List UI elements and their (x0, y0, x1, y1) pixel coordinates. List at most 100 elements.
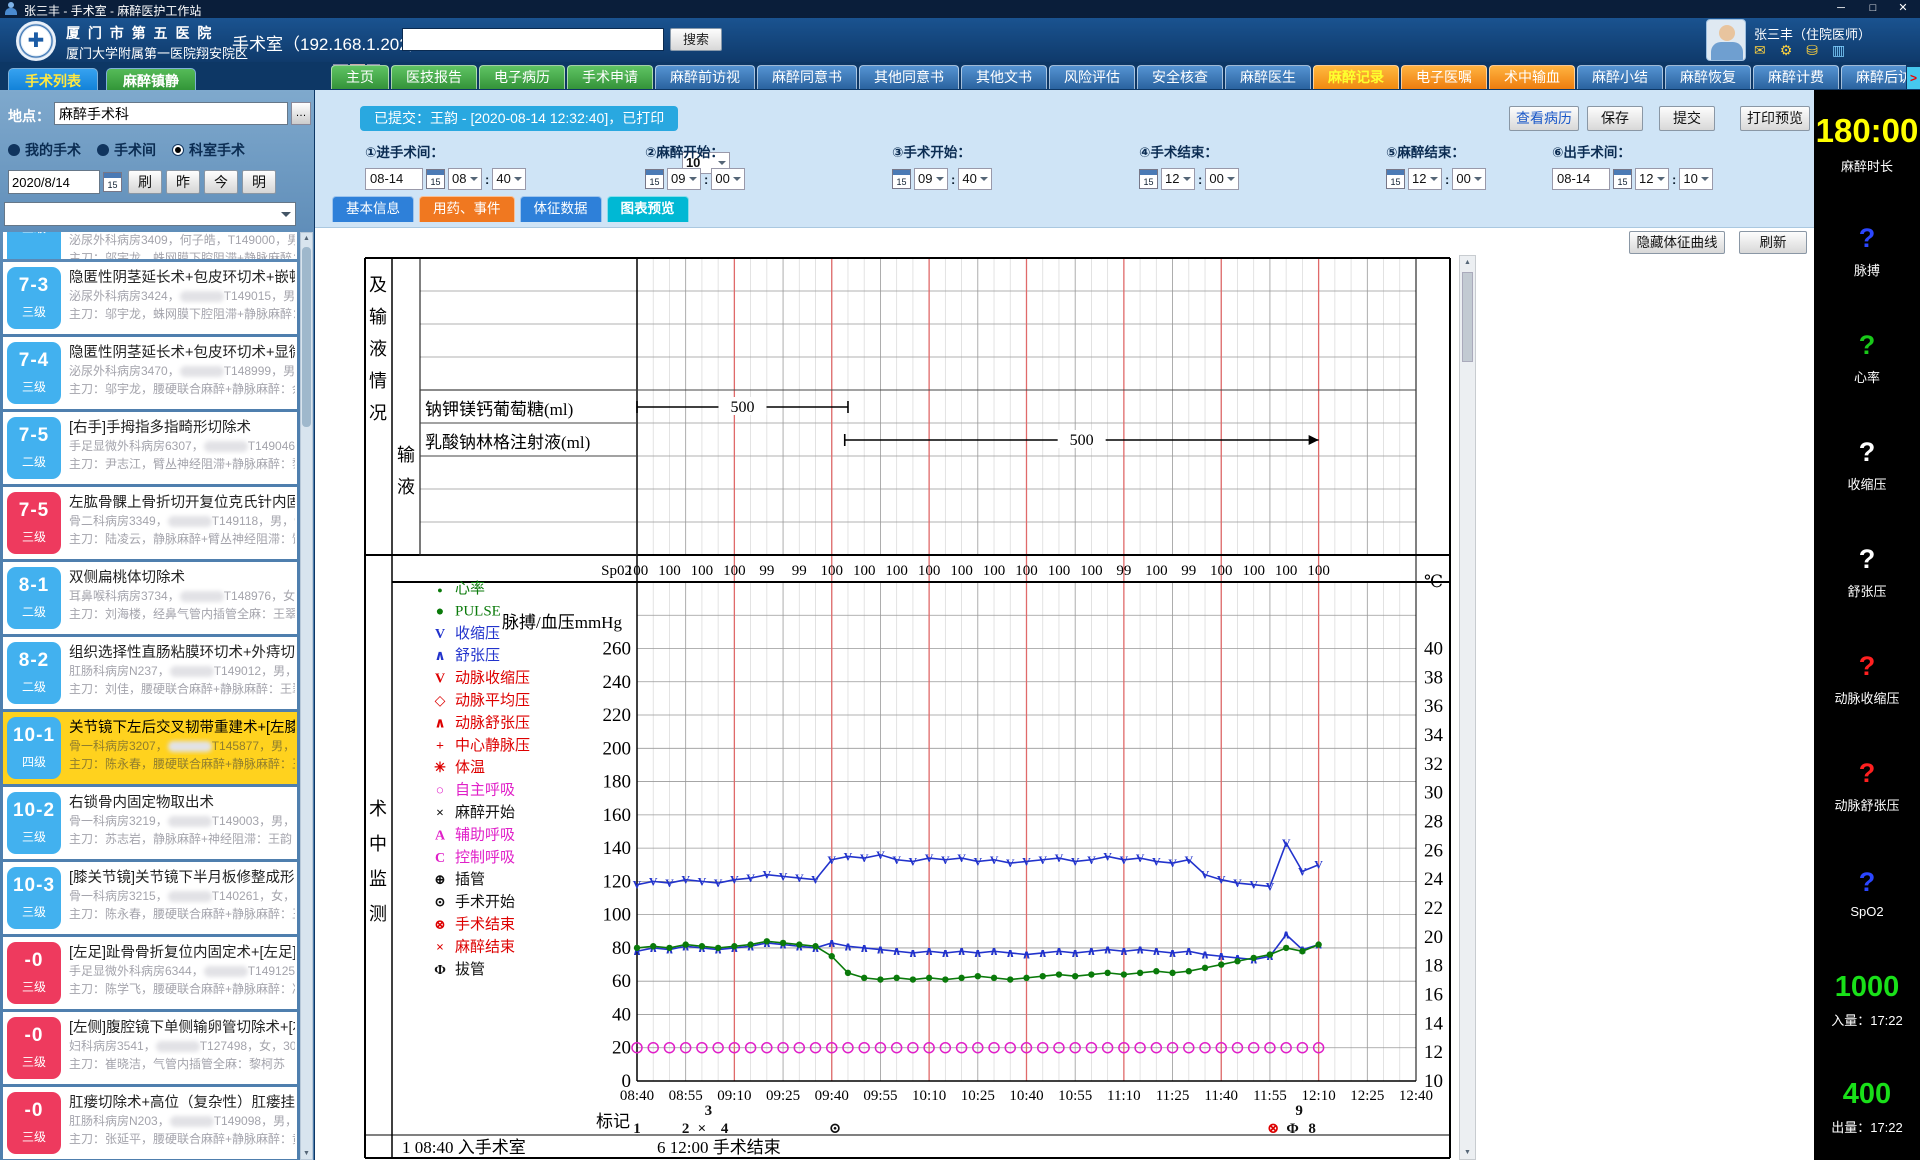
filter-我的手术[interactable]: 我的手术 (8, 140, 81, 160)
chart-button-刷新[interactable]: 刷新 (1739, 231, 1807, 254)
calendar-icon[interactable]: 15 (426, 169, 445, 189)
minute-select[interactable]: 00 (1205, 168, 1239, 190)
toolbar-button-查看病历[interactable]: 查看病历 (1509, 106, 1579, 131)
hospital-subname: 厦门大学附属第一医院翔安院区 (66, 43, 248, 62)
date-button-昨[interactable]: 昨 (166, 170, 200, 194)
chart-scrollbar[interactable]: ▲▼ (1459, 255, 1476, 1160)
hour-select[interactable]: 09 (914, 168, 948, 190)
chart-button-隐藏体征曲线[interactable]: 隐藏体征曲线 (1629, 231, 1725, 254)
tab-麻醉计费[interactable]: 麻醉计费 (1753, 65, 1839, 89)
calendar-icon[interactable]: 15 (1139, 169, 1158, 189)
tab-scroll-right-button[interactable]: > (1907, 67, 1920, 89)
surgery-list-item[interactable]: 7-5三级左肱骨髁上骨折切开复位克氏针内固定术骨二科病房3349，T149118… (3, 487, 297, 559)
tab-麻醉后访视[interactable]: 麻醉后访视 (1841, 65, 1906, 89)
surgery-list-item[interactable]: 10-3三级[膝关节镜]关节镜下半月板修整成形术+关骨一科病房3215，T140… (3, 862, 297, 934)
surgery-list-item[interactable]: 10-2三级右锁骨内固定物取出术骨一科病房3219，T149003，男，38岁主… (3, 787, 297, 859)
subtab-用药、事件[interactable]: 用药、事件 (419, 196, 515, 222)
user-avatar[interactable] (1706, 19, 1746, 61)
calendar-icon[interactable]: 15 (892, 169, 911, 189)
tab-麻醉同意书[interactable]: 麻醉同意书 (757, 65, 857, 89)
toolbar-button-打印预览[interactable]: 打印预览 (1740, 106, 1810, 131)
tab-麻醉恢复[interactable]: 麻醉恢复 (1665, 65, 1751, 89)
tab-手术申请[interactable]: 手术申请 (567, 65, 653, 89)
date-input[interactable] (8, 170, 100, 194)
calendar-icon[interactable]: 15 (1613, 169, 1632, 189)
vital-value: ? (1814, 544, 1920, 575)
tab-其他文书[interactable]: 其他文书 (961, 65, 1047, 89)
svg-text:V: V (1136, 851, 1145, 865)
svg-text:∧: ∧ (1022, 948, 1032, 962)
svg-text:V: V (1103, 849, 1112, 863)
subtab-图表预览[interactable]: 图表预览 (607, 196, 689, 222)
time-date-input[interactable]: 08-14 (365, 168, 423, 190)
minute-select[interactable]: 40 (958, 168, 992, 190)
tab-术中输血[interactable]: 术中输血 (1489, 65, 1575, 89)
tab-风险评估[interactable]: 风险评估 (1049, 65, 1135, 89)
date-button-刷[interactable]: 刷 (128, 170, 162, 194)
location-more-button[interactable]: … (291, 102, 311, 125)
hour-select[interactable]: 12 (1161, 168, 1195, 190)
calendar-icon[interactable]: 15 (645, 169, 664, 189)
surgery-list-item[interactable]: 7-3三级隐匿性阴茎延长术+包皮环切术+嵌顿包泌尿外科病房3424，T14901… (3, 262, 297, 334)
surgery-list-item[interactable]: 7-5二级[右手]手拇指多指畸形切除术手足显微外科病房6307，T149046，… (3, 412, 297, 484)
filter-手术间[interactable]: 手术间 (97, 140, 156, 160)
surgery-list-item[interactable]: 三级泌尿外科病房3409，何子皓，T149000，男，12岁主刀：邬宇龙，蛛网膜… (3, 232, 297, 259)
sidebar-tab-sedation[interactable]: 麻醉镇静 (106, 68, 196, 92)
gear-icon[interactable]: ⚙ (1780, 42, 1793, 60)
tab-麻醉前访视[interactable]: 麻醉前访视 (655, 65, 755, 89)
tab-电子病历[interactable]: 电子病历 (479, 65, 565, 89)
surgery-list-item[interactable]: 8-2二级组织选择性直肠粘膜环切术+外痔切除术肛肠科病房N237，T149012… (3, 637, 297, 709)
toolbar-button-提交[interactable]: 提交 (1659, 106, 1715, 131)
mail-icon[interactable]: ✉ (1754, 42, 1766, 60)
tab-麻醉小结[interactable]: 麻醉小结 (1577, 65, 1663, 89)
surgery-filter-combo[interactable] (4, 202, 296, 226)
maximize-button[interactable]: □ (1858, 0, 1888, 17)
time-separator: : (951, 172, 955, 187)
minute-select[interactable]: 10 (1679, 168, 1713, 190)
tab-麻醉记录[interactable]: 麻醉记录 (1313, 65, 1399, 89)
hour-select[interactable]: 12 (1635, 168, 1669, 190)
minute-select[interactable]: 00 (711, 168, 745, 190)
surgery-list-item[interactable]: -0三级肛瘘切除术+高位（复杂性）肛瘘挂线术肛肠科病房N203，T149098，… (3, 1087, 297, 1159)
sidebar-scrollbar[interactable]: ▲▼ (300, 232, 313, 1160)
surgery-list-item[interactable]: -0三级[左侧]腹腔镜下单侧输卵管切除术+[右侧]妇科病房3541，T12749… (3, 1012, 297, 1084)
subtab-体征数据[interactable]: 体征数据 (520, 196, 602, 222)
vital-麻醉时长: 180:00麻醉时长 (1814, 90, 1920, 197)
search-button[interactable]: 搜索 (670, 28, 722, 51)
date-button-今[interactable]: 今 (204, 170, 238, 194)
vitals-panel: 180:00麻醉时长?脉搏?心率?收缩压?舒张压?动脉收缩压?动脉舒张压?SpO… (1814, 90, 1920, 1160)
minute-select[interactable]: 00 (1452, 168, 1486, 190)
minimize-button[interactable]: ─ (1826, 0, 1856, 17)
filter-科室手术[interactable]: 科室手术 (172, 140, 245, 160)
tab-安全核查[interactable]: 安全核查 (1137, 65, 1223, 89)
time-date-input[interactable]: 08-14 (1552, 168, 1610, 190)
tab-电子医嘱[interactable]: 电子医嘱 (1401, 65, 1487, 89)
svg-text:麻醉开始: 麻醉开始 (455, 804, 515, 821)
minute-select[interactable]: 40 (492, 168, 526, 190)
svg-text:∧: ∧ (1135, 943, 1145, 957)
hour-select[interactable]: 09 (667, 168, 701, 190)
hour-select[interactable]: 12 (1408, 168, 1442, 190)
surgery-list-item[interactable]: 8-1二级双侧扁桃体切除术耳鼻喉科病房3734，T148976，女，26岁主刀：… (3, 562, 297, 634)
surgery-room-seq: 7-4 (7, 350, 61, 372)
subtab-基本信息[interactable]: 基本信息 (332, 196, 414, 222)
report-icon[interactable]: ▥ (1832, 42, 1845, 60)
tab-主页[interactable]: 主页 (331, 65, 389, 89)
toolbar-button-保存[interactable]: 保存 (1587, 106, 1643, 131)
sidebar-tab-surgery-list[interactable]: 手术列表 (8, 68, 98, 92)
calendar-icon[interactable]: 15 (1386, 169, 1405, 189)
svg-text:100: 100 (950, 563, 973, 579)
date-button-明[interactable]: 明 (242, 170, 276, 194)
close-button[interactable]: ✕ (1888, 0, 1918, 17)
tab-麻醉医生[interactable]: 麻醉医生 (1225, 65, 1311, 89)
tab-其他同意书[interactable]: 其他同意书 (859, 65, 959, 89)
location-input[interactable] (54, 102, 288, 125)
surgery-list-item[interactable]: 10-1四级关节镜下左后交叉韧带重建术+[左膝关节骨一科病房3207，T1458… (3, 712, 297, 784)
search-input[interactable] (402, 28, 664, 51)
surgery-list-item[interactable]: 7-4三级隐匿性阴茎延长术+包皮环切术+显微镜泌尿外科病房3470，T14899… (3, 337, 297, 409)
hour-select[interactable]: 08 (448, 168, 482, 190)
calendar-icon[interactable]: 15 (103, 172, 122, 192)
tab-医技报告[interactable]: 医技报告 (391, 65, 477, 89)
surgery-list-item[interactable]: -0三级[左足]趾骨骨折复位内固定术+[左足]清创手足显微外科病房6344，T1… (3, 937, 297, 1009)
coins-icon[interactable]: ⛁ (1806, 42, 1818, 60)
